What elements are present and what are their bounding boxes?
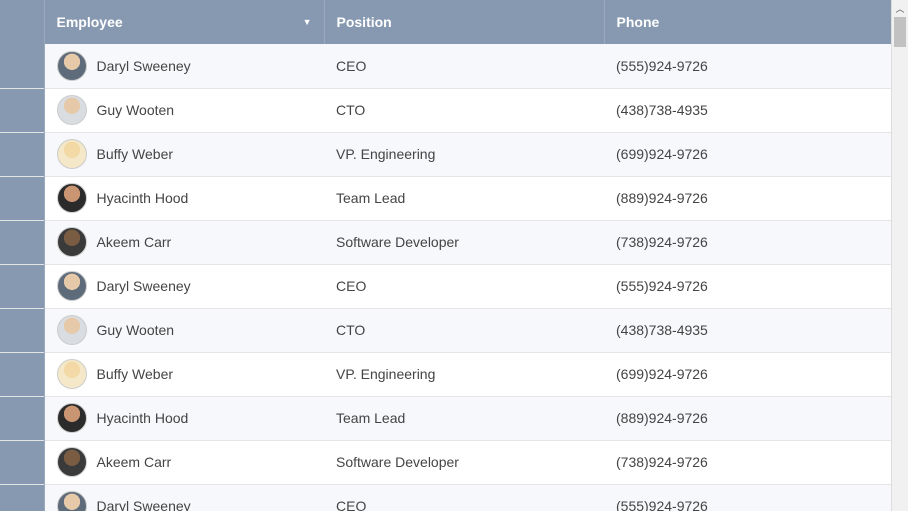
phone-cell: (555)924-9726 [604, 264, 891, 308]
employee-name: Daryl Sweeney [97, 498, 191, 511]
employee-name: Akeem Carr [97, 234, 172, 250]
employee-cell: Guy Wooten [44, 88, 324, 132]
employee-cell: Hyacinth Hood [44, 176, 324, 220]
employee-cell: Buffy Weber [44, 352, 324, 396]
avatar [57, 359, 87, 389]
avatar [57, 95, 87, 125]
hierarchy-cell[interactable] [0, 44, 44, 88]
employee-name: Guy Wooten [97, 322, 175, 338]
position-column-header[interactable]: Position [324, 0, 604, 44]
employee-cell: Daryl Sweeney [44, 44, 324, 88]
scroll-up-icon[interactable]: ︿ [892, 0, 908, 17]
hierarchy-cell[interactable] [0, 440, 44, 484]
employee-name: Guy Wooten [97, 102, 175, 118]
employee-name: Hyacinth Hood [97, 410, 189, 426]
employee-cell: Hyacinth Hood [44, 396, 324, 440]
employee-cell: Akeem Carr [44, 220, 324, 264]
employee-name: Buffy Weber [97, 366, 174, 382]
table-header: Employee ▼ Position Phone [0, 0, 891, 44]
phone-cell: (738)924-9726 [604, 220, 891, 264]
employee-header-label: Employee [57, 14, 123, 30]
position-cell: CEO [324, 264, 604, 308]
phone-column-header[interactable]: Phone [604, 0, 891, 44]
scrollbar-thumb[interactable] [894, 17, 906, 47]
employee-name: Daryl Sweeney [97, 278, 191, 294]
employee-cell: Daryl Sweeney [44, 264, 324, 308]
employee-name: Daryl Sweeney [97, 58, 191, 74]
table-row[interactable]: Daryl Sweeney CEO(555)924-9726 [0, 44, 891, 88]
table-row[interactable]: Buffy Weber VP. Engineering(699)924-9726 [0, 352, 891, 396]
vertical-scrollbar[interactable]: ︿ [891, 0, 908, 511]
table-row[interactable]: Hyacinth Hood Team Lead(889)924-9726 [0, 396, 891, 440]
hierarchy-cell[interactable] [0, 220, 44, 264]
employee-cell: Daryl Sweeney [44, 484, 324, 511]
employee-cell: Guy Wooten [44, 308, 324, 352]
employee-column-header[interactable]: Employee ▼ [44, 0, 324, 44]
phone-cell: (555)924-9726 [604, 44, 891, 88]
table-row[interactable]: Guy Wooten CTO(438)738-4935 [0, 88, 891, 132]
position-cell: Team Lead [324, 396, 604, 440]
position-header-label: Position [337, 14, 392, 30]
position-cell: Team Lead [324, 176, 604, 220]
hierarchy-cell[interactable] [0, 396, 44, 440]
avatar [57, 491, 87, 511]
hierarchy-cell[interactable] [0, 308, 44, 352]
position-cell: CEO [324, 44, 604, 88]
hierarchy-column-header [0, 0, 44, 44]
avatar [57, 183, 87, 213]
table-row[interactable]: Daryl Sweeney CEO(555)924-9726 [0, 484, 891, 511]
table-row[interactable]: Akeem Carr Software Developer(738)924-972… [0, 220, 891, 264]
employee-name: Hyacinth Hood [97, 190, 189, 206]
position-cell: VP. Engineering [324, 352, 604, 396]
avatar [57, 227, 87, 257]
hierarchy-cell[interactable] [0, 132, 44, 176]
table-row[interactable]: Daryl Sweeney CEO(555)924-9726 [0, 264, 891, 308]
position-cell: VP. Engineering [324, 132, 604, 176]
position-cell: Software Developer [324, 220, 604, 264]
grid-main: Employee ▼ Position Phone Daryl Sweeney C… [0, 0, 891, 511]
position-cell: Software Developer [324, 440, 604, 484]
phone-cell: (738)924-9726 [604, 440, 891, 484]
phone-cell: (889)924-9726 [604, 176, 891, 220]
avatar [57, 315, 87, 345]
phone-header-label: Phone [617, 14, 660, 30]
hierarchy-cell[interactable] [0, 484, 44, 511]
position-cell: CTO [324, 88, 604, 132]
phone-cell: (699)924-9726 [604, 132, 891, 176]
phone-cell: (438)738-4935 [604, 308, 891, 352]
avatar [57, 139, 87, 169]
table-row[interactable]: Akeem Carr Software Developer(738)924-972… [0, 440, 891, 484]
phone-cell: (555)924-9726 [604, 484, 891, 511]
avatar [57, 51, 87, 81]
phone-cell: (699)924-9726 [604, 352, 891, 396]
table-row[interactable]: Buffy Weber VP. Engineering(699)924-9726 [0, 132, 891, 176]
position-cell: CTO [324, 308, 604, 352]
position-cell: CEO [324, 484, 604, 511]
hierarchy-cell[interactable] [0, 264, 44, 308]
employee-name: Buffy Weber [97, 146, 174, 162]
sort-desc-icon[interactable]: ▼ [303, 17, 312, 27]
employee-cell: Buffy Weber [44, 132, 324, 176]
table-row[interactable]: Hyacinth Hood Team Lead(889)924-9726 [0, 176, 891, 220]
phone-cell: (438)738-4935 [604, 88, 891, 132]
hierarchy-cell[interactable] [0, 176, 44, 220]
table-row[interactable]: Guy Wooten CTO(438)738-4935 [0, 308, 891, 352]
employee-grid: Employee ▼ Position Phone Daryl Sweeney C… [0, 0, 908, 511]
employee-table: Employee ▼ Position Phone Daryl Sweeney C… [0, 0, 891, 511]
avatar [57, 271, 87, 301]
hierarchy-cell[interactable] [0, 352, 44, 396]
avatar [57, 447, 87, 477]
employee-name: Akeem Carr [97, 454, 172, 470]
phone-cell: (889)924-9726 [604, 396, 891, 440]
table-body: Daryl SweeneyCEO(555)924-9726Guy WootenC… [0, 44, 891, 511]
hierarchy-cell[interactable] [0, 88, 44, 132]
avatar [57, 403, 87, 433]
employee-cell: Akeem Carr [44, 440, 324, 484]
